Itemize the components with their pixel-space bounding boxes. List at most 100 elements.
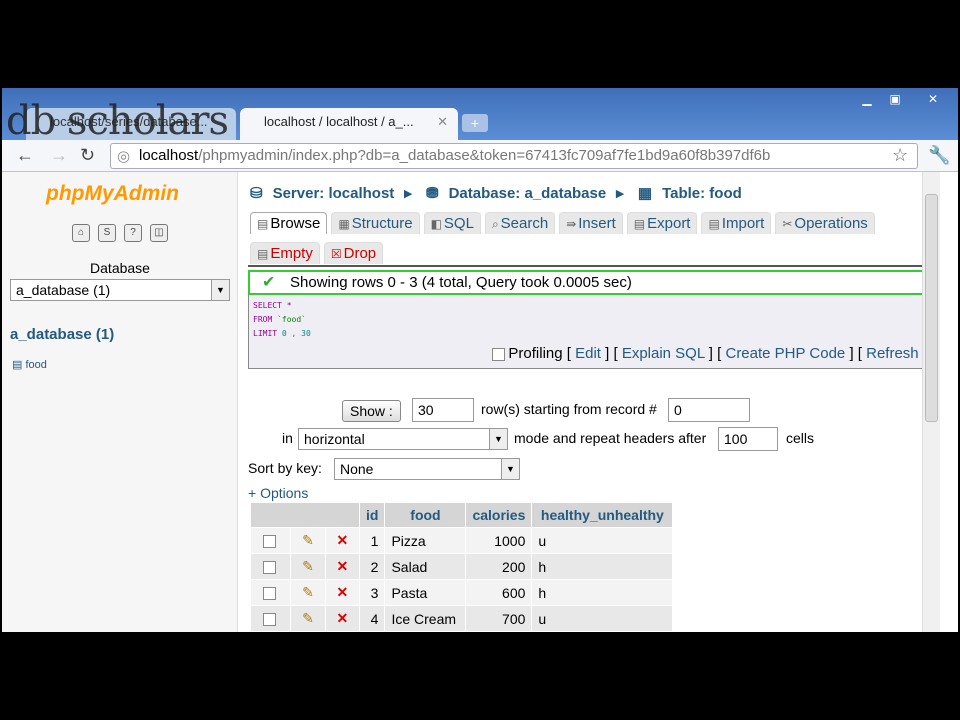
home-icon[interactable]: ⌂ xyxy=(72,224,90,242)
tab-divider xyxy=(248,265,928,267)
breadcrumb-server[interactable]: Server: localhost xyxy=(273,185,395,202)
scrollbar-thumb[interactable] xyxy=(925,194,938,422)
row-checkbox[interactable] xyxy=(251,554,291,579)
sql-text: `food` xyxy=(272,315,306,324)
phpmyadmin-logo[interactable]: phpMyAdmin xyxy=(46,182,179,206)
cell-healthy-unhealthy: h xyxy=(532,554,673,579)
tab-drop[interactable]: ☒ Drop xyxy=(323,242,384,264)
bookmark-star-icon[interactable]: ☆ xyxy=(892,145,908,166)
column-header-calories[interactable]: calories xyxy=(466,503,532,527)
minimize-icon[interactable]: ▁ xyxy=(854,92,880,108)
breadcrumb: ⛁ Server: localhost ▸ ⛃ Database: a_databas… xyxy=(250,185,742,202)
database-icon: ⛃ xyxy=(426,185,439,202)
close-window-icon[interactable]: ✕ xyxy=(920,92,946,108)
vertical-scrollbar[interactable] xyxy=(922,172,940,632)
repeat-headers-input[interactable]: 100 xyxy=(718,427,778,451)
database-select[interactable]: a_database (1) ▼ xyxy=(10,279,230,301)
forward-icon[interactable]: → xyxy=(50,145,68,166)
create-php-code-link[interactable]: Create PHP Code xyxy=(725,345,845,362)
column-header-id[interactable]: id xyxy=(360,503,385,527)
browser-tab-active[interactable]: localhost / localhost / a_... ✕ xyxy=(240,108,458,140)
close-tab-icon[interactable]: ✕ xyxy=(437,114,448,130)
docs-icon[interactable]: ◫ xyxy=(150,224,168,242)
start-record-input[interactable]: 0 xyxy=(668,398,750,422)
show-button[interactable]: Show : xyxy=(342,400,401,422)
delete-icon[interactable]: ✕ xyxy=(325,554,359,579)
browse-icon: ▤ xyxy=(257,217,269,231)
breadcrumb-table[interactable]: Table: food xyxy=(662,185,742,202)
structure-icon: ▦ xyxy=(338,217,350,231)
back-icon[interactable]: ← xyxy=(16,145,34,166)
delete-icon[interactable]: ✕ xyxy=(325,528,359,553)
cell-calories: 600 xyxy=(466,580,532,605)
row-checkbox[interactable] xyxy=(251,606,291,631)
chevron-down-icon: ▼ xyxy=(489,429,507,449)
message-text: Showing rows 0 - 3 (4 total, Query took … xyxy=(290,274,632,291)
edit-pencil-icon[interactable]: ✎ xyxy=(291,606,325,631)
mode-select[interactable]: horizontal ▼ xyxy=(298,428,508,450)
sql-icon: ◧ xyxy=(430,217,442,231)
cell-id: 3 xyxy=(360,580,385,605)
database-select-value: a_database (1) xyxy=(16,282,111,298)
cell-id: 1 xyxy=(360,528,385,553)
tab-import[interactable]: ▤ Import xyxy=(701,212,772,234)
options-link[interactable]: + Options xyxy=(248,485,308,501)
edit-pencil-icon[interactable]: ✎ xyxy=(291,528,325,553)
cell-food: Ice Cream xyxy=(385,606,466,631)
delete-icon[interactable]: ✕ xyxy=(325,606,359,631)
mode-value: horizontal xyxy=(304,431,365,447)
sql-text: * xyxy=(281,301,292,310)
refresh-link[interactable]: Refresh xyxy=(866,345,919,362)
edit-pencil-icon[interactable]: ✎ xyxy=(291,580,325,605)
tab-browse[interactable]: ▤ Browse xyxy=(250,212,328,234)
insert-icon: ⇛ xyxy=(566,217,577,231)
row-checkbox[interactable] xyxy=(251,528,291,553)
tab-strip: localhost/series/database... localhost /… xyxy=(2,88,958,144)
sidebar: phpMyAdmin ⌂ S ? ◫ Database a_database (… xyxy=(2,172,238,632)
tab-empty[interactable]: ▤ Empty xyxy=(250,242,320,264)
globe-icon: ◎ xyxy=(117,148,131,165)
tab-insert[interactable]: ⇛ Insert xyxy=(559,212,623,234)
edit-pencil-icon[interactable]: ✎ xyxy=(291,554,325,579)
new-tab-button[interactable]: + xyxy=(462,114,488,132)
rows-input[interactable]: 30 xyxy=(412,398,474,422)
export-icon: ▤ xyxy=(633,217,646,231)
tab-title: localhost / localhost / a_... xyxy=(264,114,414,129)
wrench-icon[interactable]: 🔧 xyxy=(928,145,950,166)
explain-sql-link[interactable]: Explain SQL xyxy=(622,345,705,362)
column-header-food[interactable]: food xyxy=(385,503,466,527)
maximize-icon[interactable]: ▣ xyxy=(882,92,908,108)
column-header-healthy-unhealthy[interactable]: healthy_unhealthy xyxy=(532,503,673,527)
cell-calories: 200 xyxy=(466,554,532,579)
tab-export[interactable]: ▤ Export xyxy=(626,212,698,234)
import-icon: ▤ xyxy=(708,217,720,231)
breadcrumb-database[interactable]: Database: a_database xyxy=(449,185,607,202)
tab-operations[interactable]: ✂ Operations xyxy=(775,212,875,234)
cell-id: 4 xyxy=(360,606,385,631)
table-row: ✎ ✕ 4 Ice Cream 700 u xyxy=(251,606,673,631)
search-icon: ⌕ xyxy=(491,217,499,231)
row-checkbox[interactable] xyxy=(251,580,291,605)
delete-icon[interactable]: ✕ xyxy=(325,580,359,605)
cell-healthy-unhealthy: u xyxy=(532,606,673,631)
sql-query-icon[interactable]: S xyxy=(98,224,116,242)
tab-sql[interactable]: ◧ SQL xyxy=(423,212,481,234)
database-link[interactable]: a_database (1) xyxy=(10,326,114,343)
table-row: ✎ ✕ 3 Pasta 600 h xyxy=(251,580,673,605)
table-link-food[interactable]: ▤ food xyxy=(12,358,47,371)
url-host: localhost xyxy=(139,147,199,164)
tab-structure[interactable]: ▦ Structure xyxy=(331,212,420,234)
sql-actions: Profiling [ Edit ] [ Explain SQL ] [ Cre… xyxy=(492,345,927,362)
edit-link[interactable]: Edit xyxy=(575,345,601,362)
help-icon[interactable]: ? xyxy=(124,224,142,242)
main-panel: ⛁ Server: localhost ▸ ⛃ Database: a_databas… xyxy=(238,172,940,632)
reload-icon[interactable]: ↻ xyxy=(80,145,95,166)
success-message: ✔ Showing rows 0 - 3 (4 total, Query took… xyxy=(248,270,932,295)
tab-label: Export xyxy=(647,215,691,232)
profiling-checkbox[interactable] xyxy=(492,347,506,361)
tab-search[interactable]: ⌕ Search xyxy=(484,212,556,234)
tab-label: Operations xyxy=(794,215,868,232)
sort-select[interactable]: None ▼ xyxy=(334,458,520,480)
cell-id: 2 xyxy=(360,554,385,579)
address-bar[interactable]: ◎ localhost/phpmyadmin/index.php?db=a_dat… xyxy=(110,143,918,169)
